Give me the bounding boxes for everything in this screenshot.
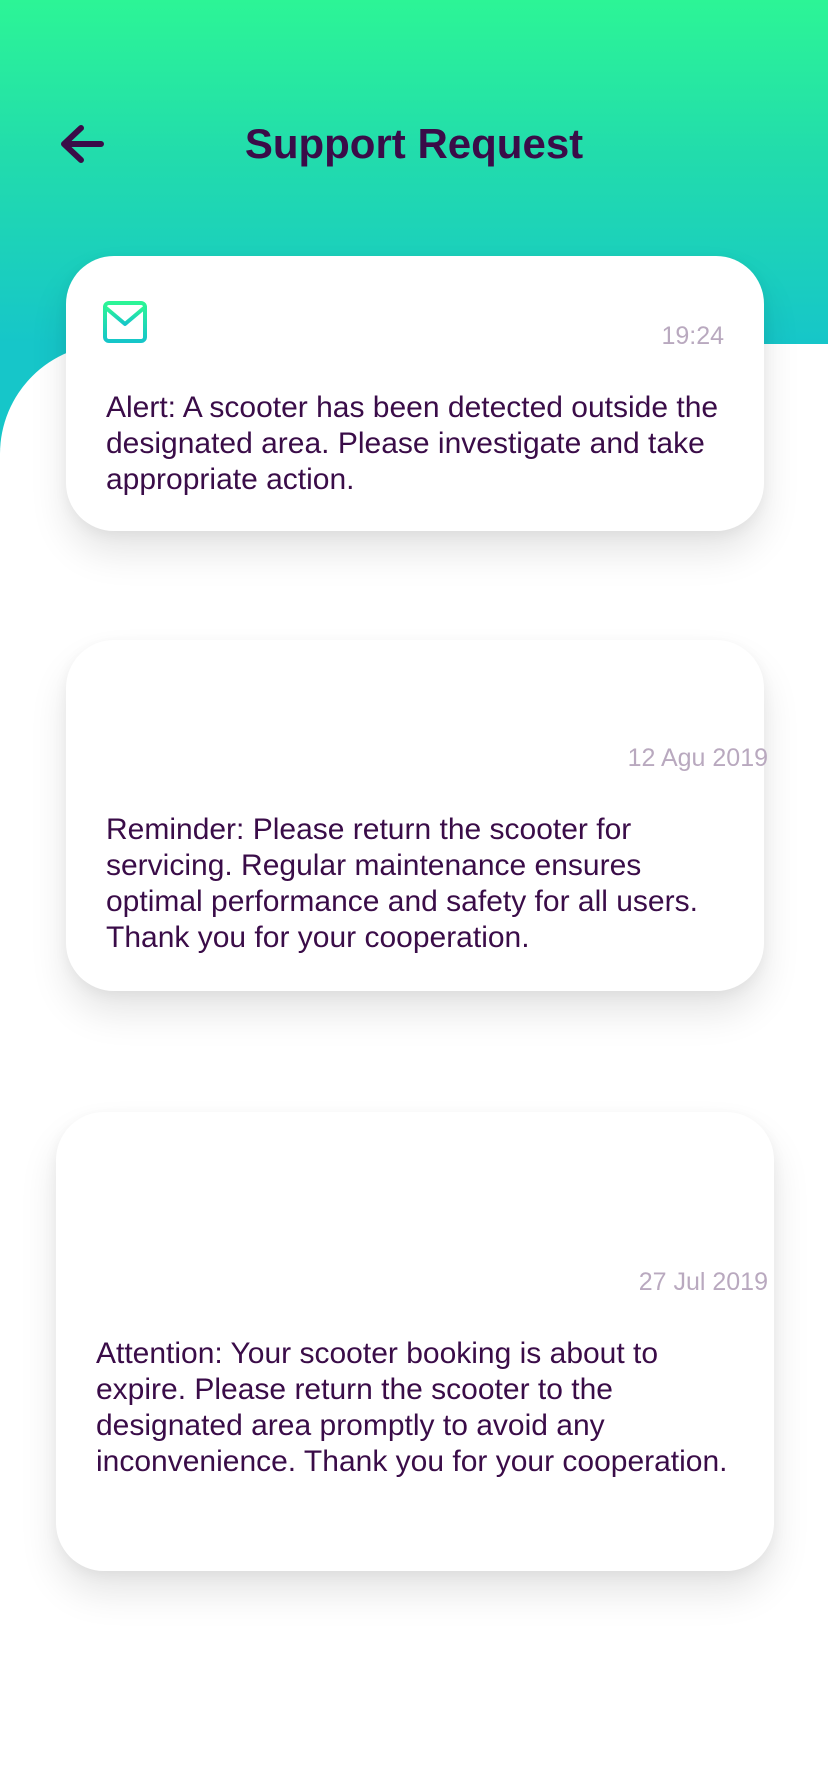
message-card[interactable]: 12 Agu 2019 Reminder: Please return the … [66, 640, 768, 991]
mail-icon [103, 301, 147, 343]
page-title: Support Request [244, 120, 584, 167]
message-card[interactable]: 27 Jul 2019 Attention: Your scooter book… [56, 1112, 774, 1571]
message-time: 27 Jul 2019 [638, 1268, 768, 1296]
message-text: Attention: Your scooter booking is about… [96, 1337, 728, 1478]
message-text: Reminder: Please return the scooter for … [106, 813, 698, 954]
message-text: Alert: A scooter has been detected outsi… [106, 391, 719, 496]
message-time: 12 Agu 2019 [627, 744, 768, 772]
message-card[interactable]: 19:24 Alert: A scooter has been detected… [66, 256, 764, 531]
message-time: 19:24 [661, 322, 724, 350]
